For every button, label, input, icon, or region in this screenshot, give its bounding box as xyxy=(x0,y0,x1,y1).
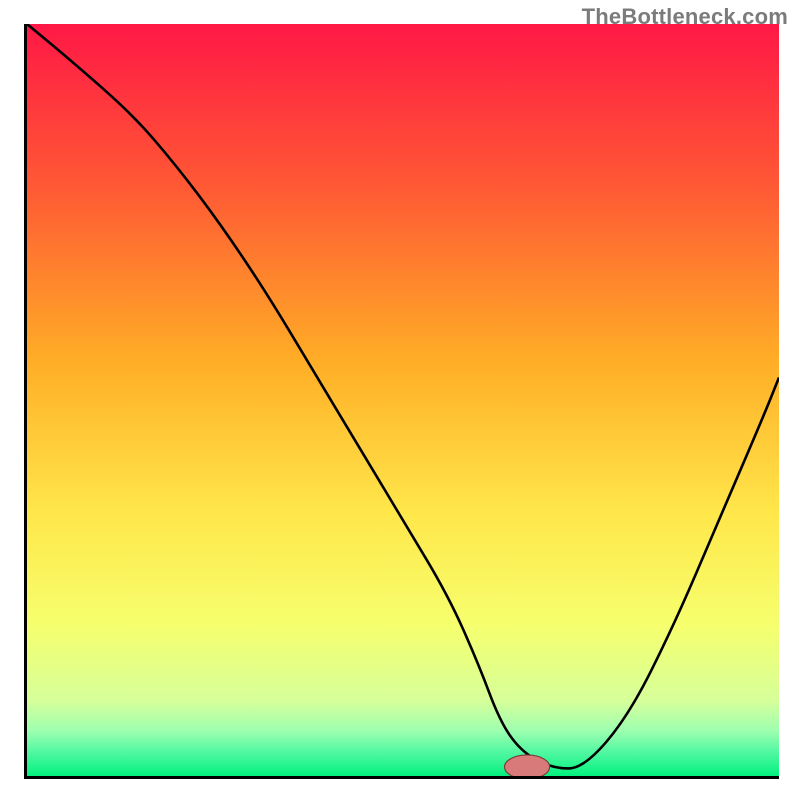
bottleneck-chart xyxy=(27,24,779,776)
optimal-marker xyxy=(505,755,550,776)
heatmap-background xyxy=(27,24,779,776)
chart-plot-area xyxy=(24,24,779,779)
